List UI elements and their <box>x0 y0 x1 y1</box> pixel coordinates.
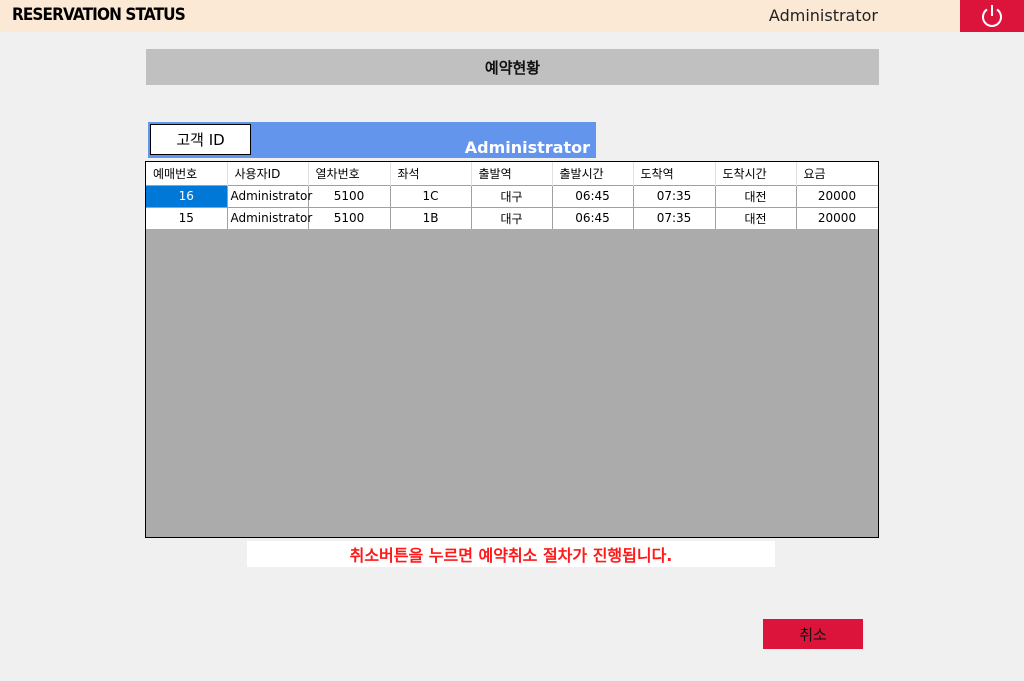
table-row[interactable]: 15 Administrator 5100 1B 대구 06:45 07:35 … <box>146 206 878 229</box>
column-header[interactable]: 출발역 <box>471 162 553 185</box>
column-header[interactable]: 도착시간 <box>715 162 797 185</box>
app-title: RESERVATION STATUS <box>12 5 186 25</box>
table-cell[interactable]: 1B <box>390 206 472 229</box>
cancel-notice: 취소버튼을 누르면 예약취소 절차가 진행됩니다. <box>247 541 775 567</box>
table-cell[interactable]: 20000 <box>796 184 878 207</box>
table-cell[interactable]: 07:35 <box>633 184 716 207</box>
table-cell[interactable]: 06:45 <box>552 184 634 207</box>
table-cell[interactable]: 대구 <box>471 184 553 207</box>
table-cell[interactable]: 06:45 <box>552 206 634 229</box>
power-button[interactable] <box>960 0 1024 32</box>
column-header[interactable]: 열차번호 <box>308 162 391 185</box>
reservation-grid[interactable]: 예매번호 사용자ID 열차번호 좌석 출발역 출발시간 도착역 도착시간 요금 … <box>145 161 879 538</box>
top-bar: RESERVATION STATUS Administrator <box>0 0 1024 32</box>
table-row[interactable]: 16 Administrator 5100 1C 대구 06:45 07:35 … <box>146 184 878 207</box>
column-header[interactable]: 출발시간 <box>552 162 634 185</box>
customer-id-value: Administrator <box>464 138 590 157</box>
column-header[interactable]: 요금 <box>796 162 878 185</box>
column-header[interactable]: 도착역 <box>633 162 716 185</box>
reservation-table: 예매번호 사용자ID 열차번호 좌석 출발역 출발시간 도착역 도착시간 요금 … <box>146 162 878 229</box>
cancel-button[interactable]: 취소 <box>763 619 863 649</box>
table-cell[interactable]: 대전 <box>715 206 797 229</box>
table-cell[interactable]: 15 <box>146 206 228 229</box>
table-cell[interactable]: 20000 <box>796 206 878 229</box>
current-user: Administrator <box>768 6 878 25</box>
table-cell[interactable]: 1C <box>390 184 472 207</box>
page-title: 예약현황 <box>146 49 879 85</box>
customer-id-label: 고객 ID <box>150 124 251 155</box>
customer-id-strip: 고객 ID Administrator <box>148 122 596 158</box>
table-cell[interactable]: Administrator <box>227 184 312 207</box>
table-cell[interactable]: 16 <box>146 184 228 207</box>
table-header-row: 예매번호 사용자ID 열차번호 좌석 출발역 출발시간 도착역 도착시간 요금 <box>146 162 878 185</box>
table-cell[interactable]: 대전 <box>715 184 797 207</box>
table-cell[interactable]: 07:35 <box>633 206 716 229</box>
table-cell[interactable]: 5100 <box>308 184 391 207</box>
column-header[interactable]: 사용자ID <box>227 162 309 185</box>
table-cell[interactable]: 5100 <box>308 206 391 229</box>
column-header[interactable]: 좌석 <box>390 162 472 185</box>
table-cell[interactable]: 대구 <box>471 206 553 229</box>
table-cell[interactable]: Administrator <box>227 206 312 229</box>
column-header[interactable]: 예매번호 <box>146 162 228 185</box>
power-icon <box>982 5 1002 27</box>
